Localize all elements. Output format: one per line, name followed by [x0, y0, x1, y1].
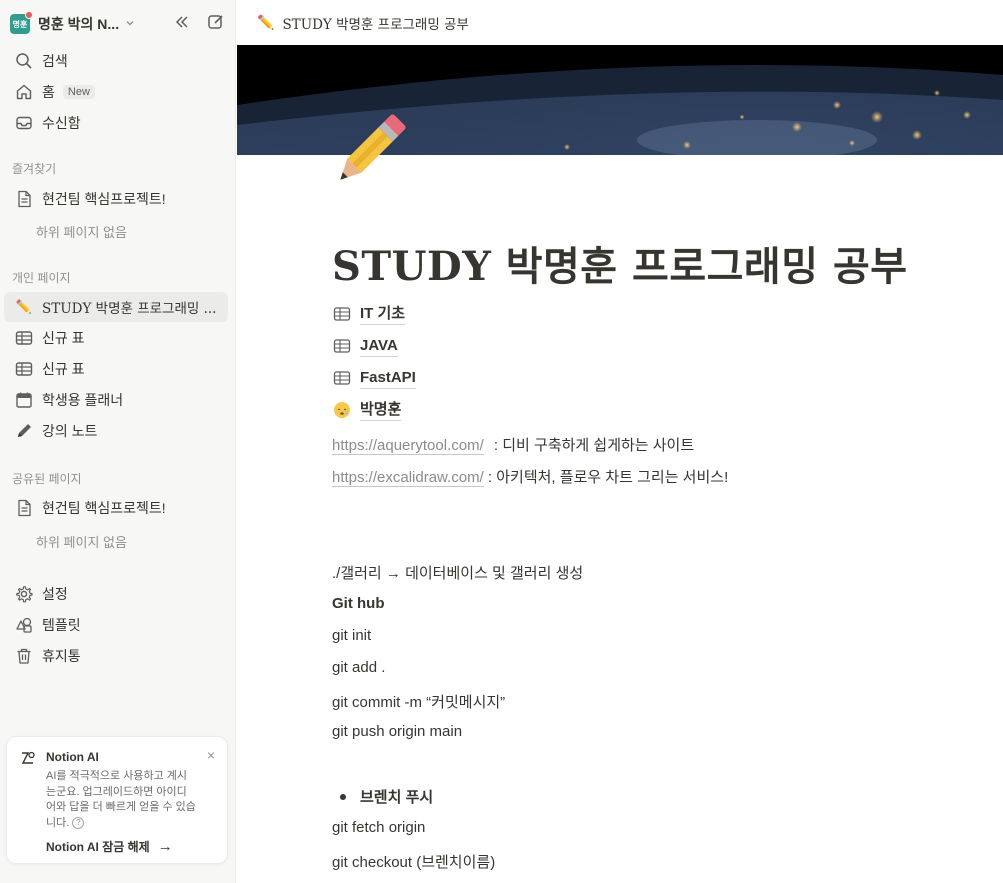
new-page-icon[interactable] [206, 12, 226, 32]
database-link-java[interactable]: JAVA [332, 333, 398, 359]
text-block[interactable]: Git hub [332, 595, 385, 612]
database-link-it-basics[interactable]: IT 기초 [332, 301, 406, 327]
link-line-aquerytool: https://aquerytool.com/ : 디비 구축하게 쉽게하는 사… [332, 434, 694, 455]
database-link-fastapi[interactable]: FastAPI [332, 365, 416, 391]
database-link-label: IT 기초 [360, 304, 406, 325]
sidebar-item-planner[interactable]: 학생용 플래너 [4, 385, 228, 415]
sidebar-item-label: 수신함 [42, 115, 81, 131]
search-icon [14, 51, 34, 71]
calendar-icon [14, 390, 34, 410]
pencil-page-icon[interactable] [330, 110, 410, 190]
notification-dot [25, 11, 33, 19]
workspace-avatar-text: 명훈 [12, 19, 28, 29]
sidebar-item-shared-page[interactable]: 현건팀 핵심프로젝트! [4, 493, 228, 523]
notion-ai-description: AI를 적극적으로 사용하고 계시는군요. 업그레이드하면 아이디어와 답을 더… [46, 769, 196, 831]
notion-ai-body: AI를 적극적으로 사용하고 계시는군요. 업그레이드하면 아이디어와 답을 더… [46, 770, 196, 829]
text-block[interactable]: git add . [332, 659, 385, 676]
text-block[interactable]: git push origin main [332, 723, 462, 740]
sidebar-item-templates[interactable]: 템플릿 [4, 610, 228, 640]
database-link-label: JAVA [360, 336, 398, 357]
notion-ai-title: Notion AI [46, 750, 99, 764]
unlock-notion-ai-link[interactable]: Notion AI 잠금 해제 → [46, 838, 173, 855]
sleepy-face-icon [332, 400, 352, 420]
table-icon [332, 336, 352, 356]
chevron-down-icon [125, 17, 135, 31]
topbar: ✏️ STUDY 박명훈 프로그래밍 공부 [237, 0, 1003, 45]
excalidraw-link[interactable]: https://excalidraw.com/ [332, 469, 484, 487]
sidebar-item-label: 현건팀 핵심프로젝트! [42, 500, 166, 516]
aquerytool-link[interactable]: https://aquerytool.com/ [332, 437, 484, 455]
table-icon [332, 368, 352, 388]
table-icon [14, 328, 34, 348]
sidebar-item-label: 검색 [42, 53, 68, 69]
sidebar-item-label: 템플릿 [42, 617, 81, 633]
sidebar-item-home[interactable]: 홈 New [4, 77, 228, 107]
pen-icon [14, 421, 34, 441]
no-subpages-text: 하위 페이지 없음 [36, 535, 127, 550]
workspace-name: 명훈 박의 N... [38, 16, 120, 32]
sidebar-item-label: 신규 표 [42, 330, 85, 346]
sidebar-item-favorite-page[interactable]: 현건팀 핵심프로젝트! [4, 184, 228, 214]
page-link-park-myunghoon[interactable]: 박명훈 [332, 397, 402, 423]
gear-icon [14, 584, 34, 604]
sidebar-item-label: 현건팀 핵심프로젝트! [42, 191, 166, 207]
page-title[interactable]: STUDY 박명훈 프로그래밍 공부 [332, 234, 908, 292]
sidebar-item-settings[interactable]: 설정 [4, 579, 228, 609]
favorites-section-label[interactable]: 즐겨찾기 [12, 160, 56, 177]
text-block[interactable]: git init [332, 627, 371, 644]
notion-ai-card: Notion AI × AI를 적극적으로 사용하고 계시는군요. 업그레이드하… [6, 736, 228, 864]
table-icon [14, 359, 34, 379]
close-icon[interactable]: × [207, 747, 215, 763]
arrow-right-icon: → [157, 838, 173, 855]
sidebar-item-label: 휴지통 [42, 648, 81, 664]
sidebar-item-table-1[interactable]: 신규 표 [4, 323, 228, 353]
sidebar-item-label: 강의 노트 [42, 423, 98, 439]
sidebar-item-trash[interactable]: 휴지통 [4, 641, 228, 671]
pencil-emoji-icon: ✏️ [15, 299, 33, 315]
inbox-icon [14, 113, 34, 133]
text-block[interactable]: git fetch origin [332, 819, 425, 836]
no-subpages-text: 하위 페이지 없음 [36, 225, 127, 240]
text-block[interactable]: ./갤러리 → 데이터베이스 및 갤러리 생성 [332, 562, 583, 583]
sidebar-item-study-page[interactable]: ✏️ STUDY 박명훈 프로그래밍 ... [4, 292, 228, 322]
unlock-notion-ai-label: Notion AI 잠금 해제 [46, 840, 150, 854]
database-link-label: FastAPI [360, 368, 416, 389]
link-line-excalidraw: https://excalidraw.com/ : 아키텍처, 플로우 차트 그… [332, 466, 728, 487]
page-icon [14, 498, 34, 518]
sidebar-item-table-2[interactable]: 신규 표 [4, 354, 228, 384]
workspace-switcher[interactable]: 명훈 명훈 박의 N... [10, 10, 226, 38]
text-block[interactable]: git commit -m “커밋메시지” [332, 691, 505, 712]
sidebar-item-label: 학생용 플래너 [42, 392, 124, 408]
new-badge: New [62, 85, 95, 99]
text-block[interactable]: git checkout (브렌치이름) [332, 851, 495, 872]
sidebar-item-label: STUDY 박명훈 프로그래밍 ... [42, 301, 217, 317]
help-icon[interactable]: ? [72, 816, 85, 829]
bulleted-list-item[interactable]: 브렌치 푸시 [340, 786, 433, 807]
shared-section-label[interactable]: 공유된 페이지 [12, 470, 82, 487]
sidebar-item-inbox[interactable]: 수신함 [4, 108, 228, 138]
sidebar-item-search[interactable]: 검색 [4, 46, 228, 76]
page-icon [14, 189, 34, 209]
private-section-label[interactable]: 개인 페이지 [12, 269, 71, 286]
template-icon [14, 615, 34, 635]
sidebar-item-lecture-notes[interactable]: 강의 노트 [4, 416, 228, 446]
pencil-emoji-icon: ✏️ [257, 14, 275, 31]
table-icon [332, 304, 352, 324]
notion-ai-icon [19, 749, 37, 767]
home-icon [14, 82, 34, 102]
workspace-avatar: 명훈 [10, 11, 33, 34]
sidebar-item-label: 홈 [42, 84, 55, 100]
trash-icon [14, 646, 34, 666]
link-description: : 아키텍처, 플로우 차트 그리는 서비스! [483, 469, 729, 486]
sidebar-item-label: 설정 [42, 586, 68, 602]
collapse-sidebar-icon[interactable] [172, 12, 192, 32]
breadcrumb[interactable]: STUDY 박명훈 프로그래밍 공부 [282, 13, 468, 33]
link-description: : 디비 구축하게 쉽게하는 사이트 [489, 437, 695, 454]
sidebar-item-label: 신규 표 [42, 361, 85, 377]
sidebar: 명훈 명훈 박의 N... 검색 홈 New 수신함 즐겨찾기 현건팀 핵심프로… [0, 0, 236, 883]
page-link-label: 박명훈 [360, 400, 402, 421]
